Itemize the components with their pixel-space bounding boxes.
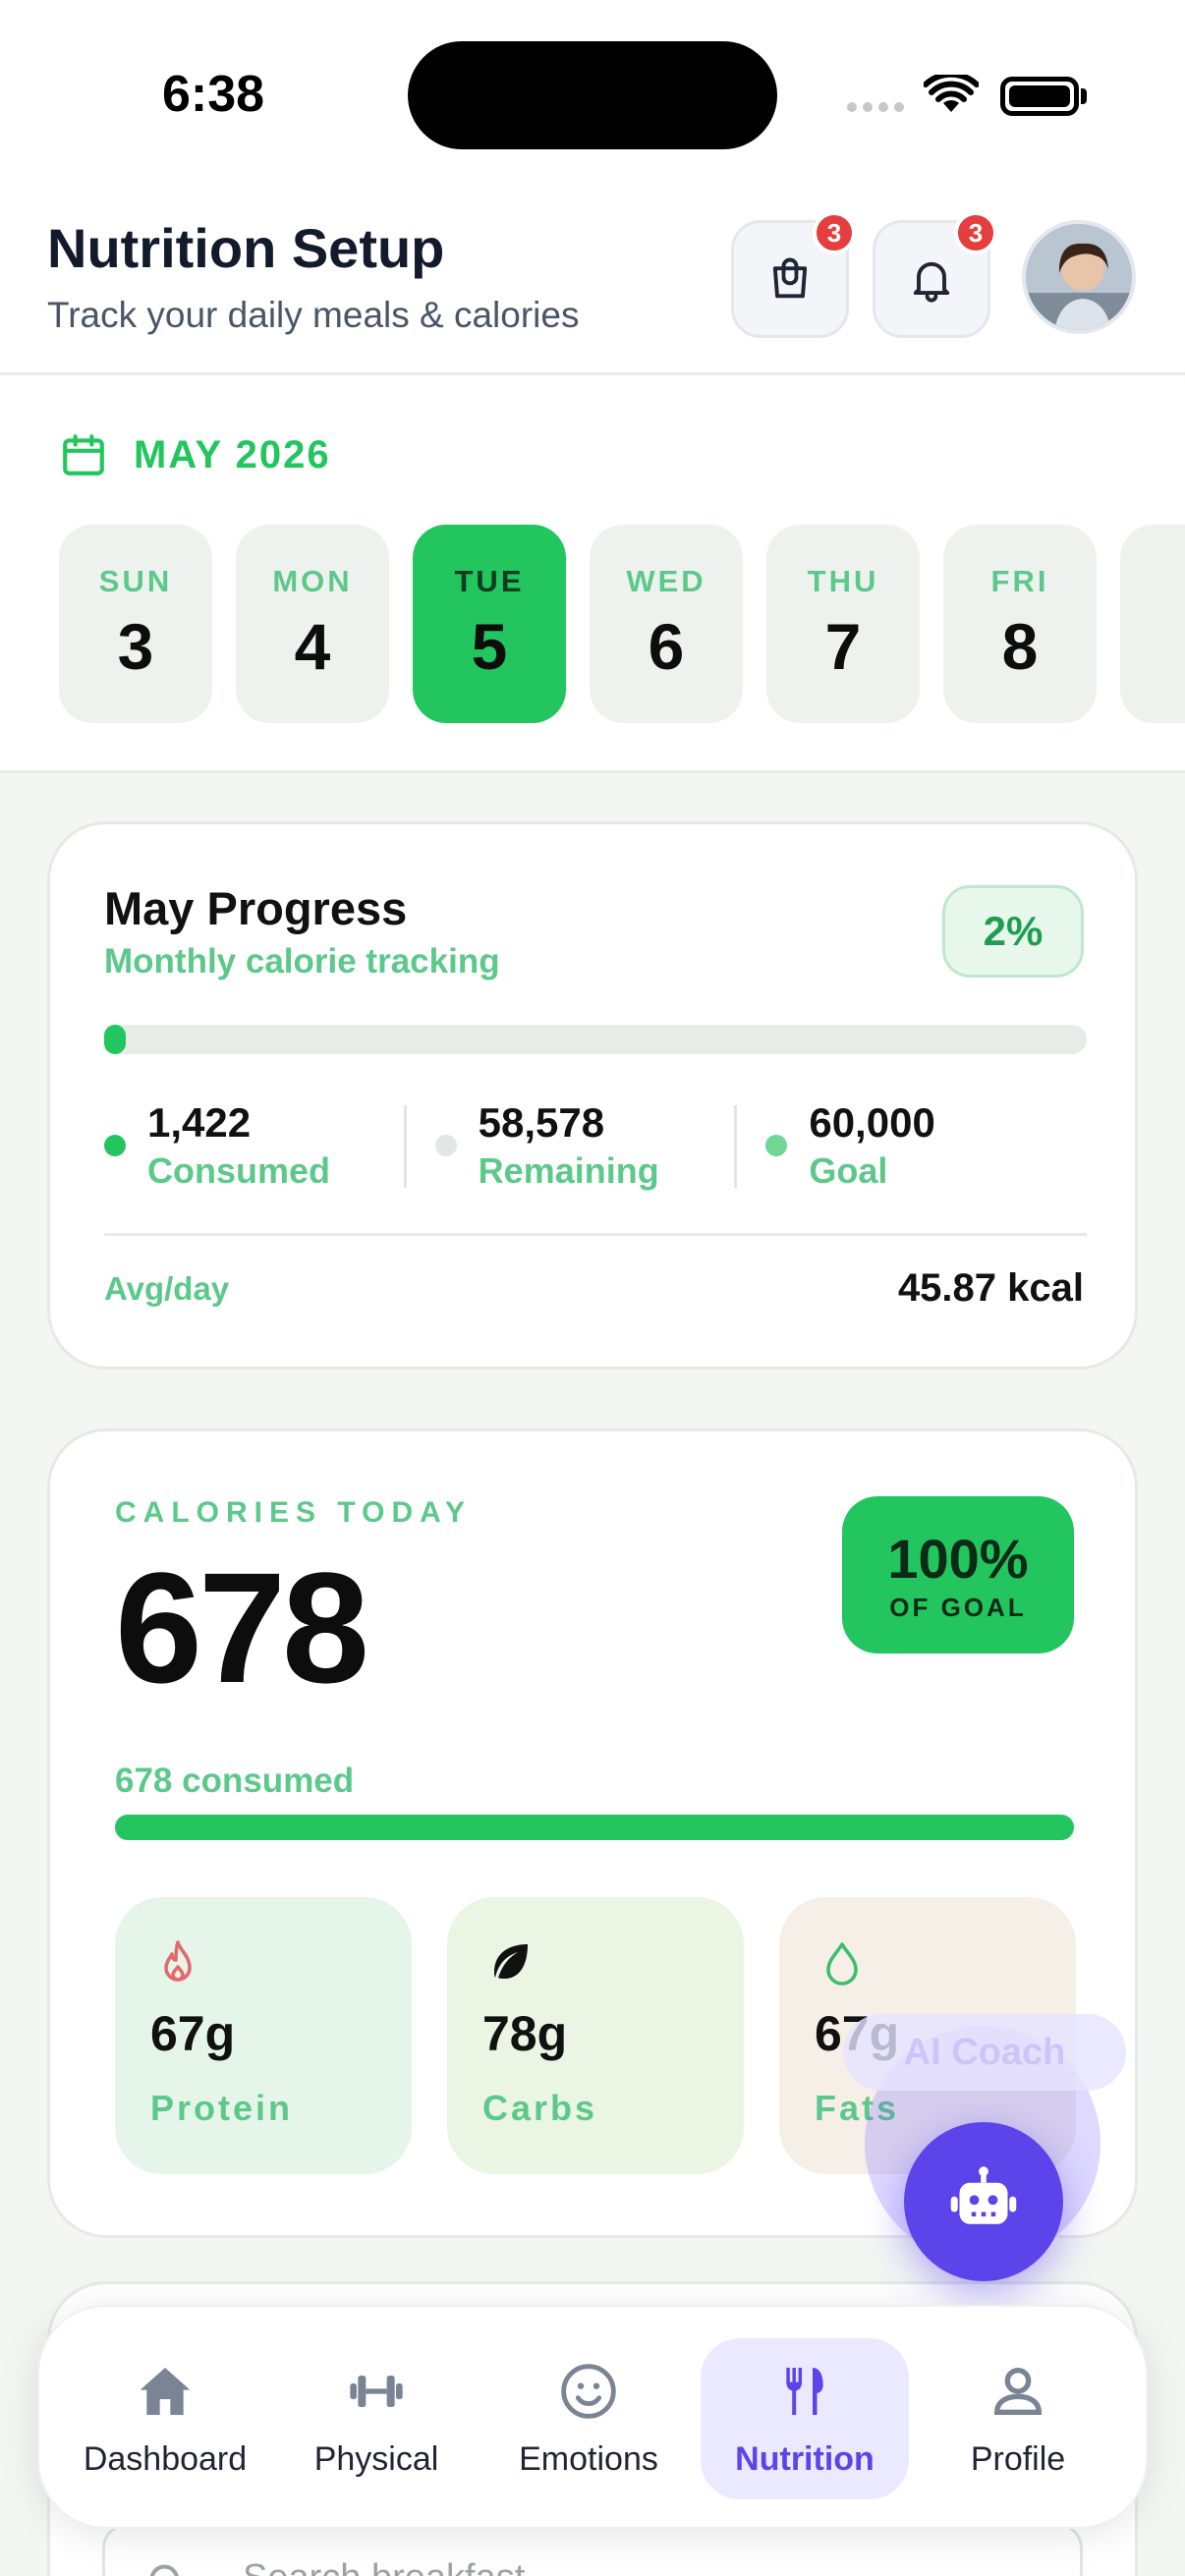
bottom-tab-bar: Dashboard Physical Emotions Nutrition Pr… (37, 2305, 1148, 2529)
progress-title: May Progress (104, 882, 408, 934)
consumed-text: 678 consumed (115, 1762, 355, 1800)
avg-day-value: 45.87 kcal (897, 1266, 1084, 1310)
user-photo (1026, 224, 1132, 330)
day-strip: SUN 3 MON 4 TUE 5 WED 6 THU 7 FRI 8 (59, 525, 1185, 723)
day-tue-selected[interactable]: TUE 5 (413, 525, 566, 723)
notifications-button[interactable]: 3 (873, 211, 997, 338)
monthly-stats: 1,422 Consumed 58,578 Remaining 60,000 Goal (104, 1099, 1087, 1198)
search-placeholder: Search breakfast (243, 2557, 525, 2576)
day-fri[interactable]: FRI 8 (943, 525, 1097, 723)
tab-physical[interactable]: Physical (272, 2338, 480, 2499)
week-calendar: MAY 2026 SUN 3 MON 4 TUE 5 WED 6 THU 7 FRI 8 (0, 375, 1185, 773)
stat-remaining: 58,578 Remaining (403, 1099, 757, 1198)
progress-percent-badge: 2% (942, 885, 1084, 978)
ai-coach-label: AI Coach (843, 2014, 1126, 2091)
month-selector[interactable]: MAY 2026 (59, 430, 331, 479)
tab-profile[interactable]: Profile (914, 2338, 1122, 2499)
tab-nutrition[interactable]: Nutrition (701, 2338, 909, 2499)
day-thu[interactable]: THU 7 (766, 525, 920, 723)
avatar[interactable] (1022, 220, 1136, 334)
day-next-partial[interactable] (1120, 525, 1185, 723)
remaining-dot (434, 1135, 457, 1156)
status-bar: 6:38 (0, 0, 1185, 187)
flame-icon (164, 1940, 192, 1982)
day-wed[interactable]: WED 6 (590, 525, 743, 723)
dumbbell-icon (350, 2375, 403, 2407)
status-time: 6:38 (162, 66, 265, 123)
cart-button[interactable]: 3 (731, 211, 856, 338)
goal-percent-badge: 100% OF GOAL (842, 1496, 1074, 1653)
cart-badge: 3 (813, 211, 856, 254)
page-header: Nutrition Setup Track your daily meals &… (0, 187, 1185, 375)
search-breakfast-input[interactable]: Search breakfast (102, 2523, 1083, 2576)
daily-progress-fill (115, 1815, 1074, 1840)
macro-carbs[interactable]: 78g Carbs (447, 1897, 744, 2174)
person-icon (993, 2367, 1043, 2415)
home-icon (140, 2367, 191, 2415)
dynamic-island (408, 41, 777, 149)
robot-icon (950, 2166, 1017, 2224)
progress-subtitle: Monthly calorie tracking (104, 942, 500, 980)
stat-consumed: 1,422 Consumed (104, 1099, 425, 1198)
day-sun[interactable]: SUN 3 (59, 525, 212, 723)
smiley-icon (561, 2363, 616, 2419)
month-label: MAY 2026 (134, 432, 331, 476)
calendar-icon (63, 434, 104, 476)
page-subtitle: Track your daily meals & calories (47, 295, 580, 335)
divider (104, 1233, 1087, 1236)
page-title: Nutrition Setup (47, 217, 445, 279)
leaf-icon (494, 1944, 528, 1979)
consumed-dot (104, 1135, 126, 1156)
ai-coach-button[interactable] (904, 2122, 1063, 2281)
search-icon (149, 2564, 179, 2576)
bell-icon (913, 261, 950, 303)
utensils-icon (786, 2367, 823, 2415)
monthly-progress-fill (104, 1025, 126, 1054)
notifications-badge: 3 (954, 211, 997, 254)
tab-emotions[interactable]: Emotions (484, 2338, 693, 2499)
wifi-icon (924, 75, 979, 112)
day-mon[interactable]: MON 4 (236, 525, 389, 723)
calories-today-label: CALORIES TODAY (115, 1496, 473, 1529)
calories-today-value: 678 (115, 1540, 369, 1715)
cellular-signal-icon (847, 102, 904, 112)
daily-progress-bar (115, 1815, 1074, 1840)
stat-goal: 60,000 Goal (734, 1099, 1087, 1198)
macro-protein[interactable]: 67g Protein (115, 1897, 412, 2174)
shopping-bag-icon (772, 257, 808, 299)
monthly-progress-card: May Progress Monthly calorie tracking 2%… (47, 821, 1138, 1370)
tab-dashboard[interactable]: Dashboard (61, 2338, 269, 2499)
battery-icon (1000, 77, 1079, 116)
monthly-progress-bar (104, 1025, 1087, 1054)
goal-dot (765, 1135, 788, 1156)
drop-icon (826, 1942, 858, 1986)
avg-day-label: Avg/day (104, 1270, 230, 1307)
